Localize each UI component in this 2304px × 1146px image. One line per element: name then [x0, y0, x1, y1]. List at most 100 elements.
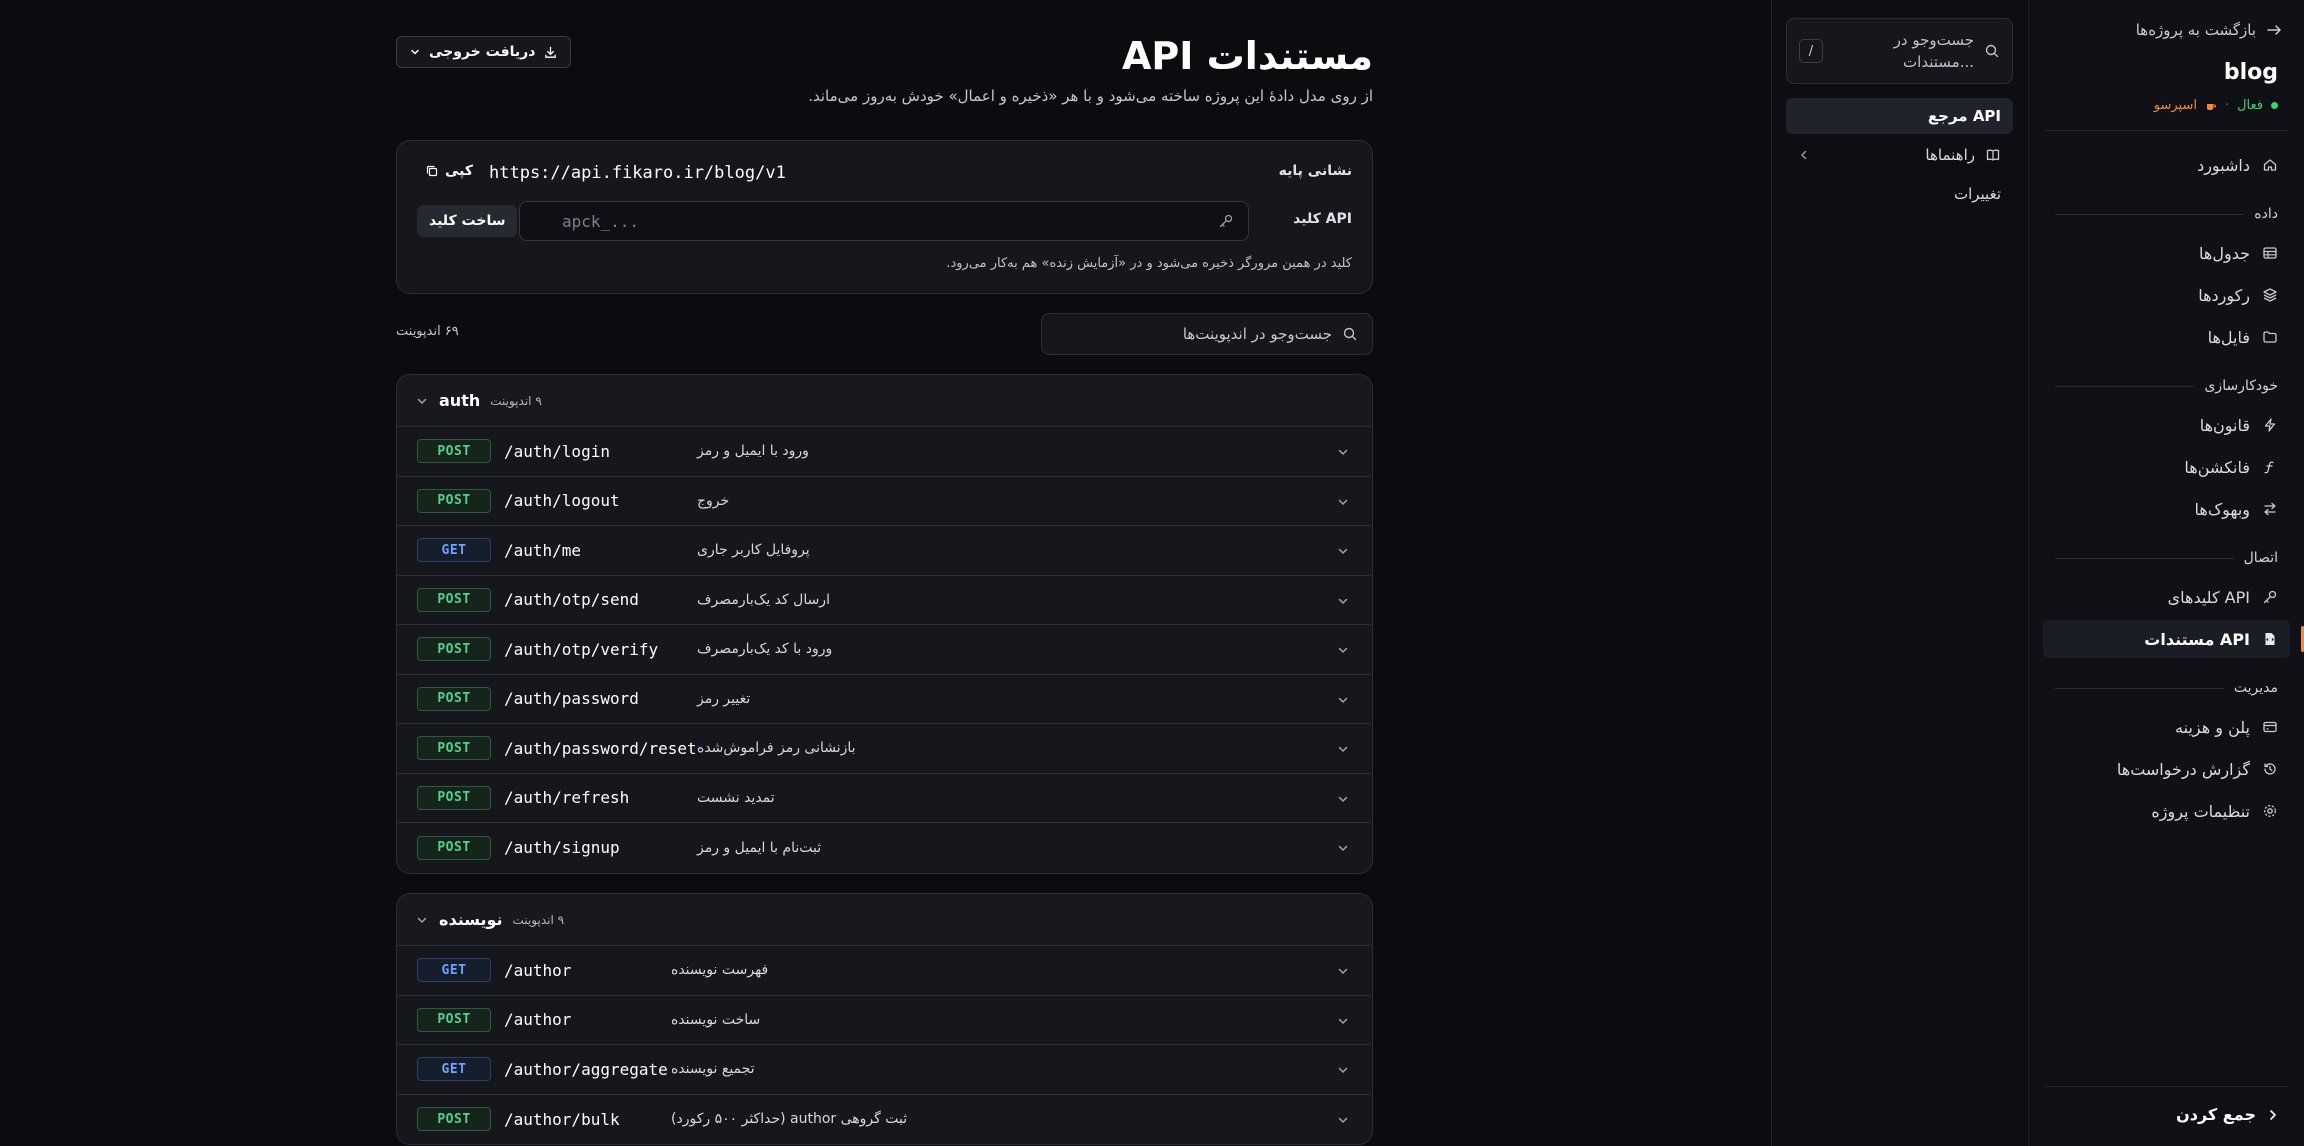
sidebar-item-records[interactable]: رکوردها	[2043, 276, 2290, 314]
endpoint-description: تغییر رمز	[697, 690, 751, 707]
endpoint-row[interactable]: GET/author/aggregate تجمیع نویسنده	[397, 1045, 1372, 1095]
endpoint-row[interactable]: POST/auth/refresh تمدید نشست	[397, 774, 1372, 823]
chevron-down-icon	[415, 913, 429, 927]
expand-chevron-icon[interactable]	[1336, 792, 1350, 806]
sidebar-section-automation: خودکارسازی	[2055, 376, 2278, 396]
sidebar-item-tables[interactable]: جدول‌ها	[2043, 234, 2290, 272]
endpoint-row[interactable]: POST/author/bulk ثبت گروهی author (حداکثر…	[397, 1095, 1372, 1145]
swap-icon	[2262, 501, 2278, 517]
endpoint-description: ورود با کد یک‌بارمصرف	[697, 641, 833, 658]
expand-chevron-icon[interactable]	[1336, 643, 1350, 657]
group-name: auth	[439, 391, 481, 410]
endpoint-row[interactable]: POST/auth/password/reset بازنشانی رمز فرا…	[397, 724, 1372, 774]
endpoint-search-input[interactable]: جست‌وجو در اندپوینت‌ها	[1041, 313, 1373, 355]
method-badge: POST	[417, 1107, 491, 1132]
endpoint-description: پروفایل کاربر جاری	[697, 542, 810, 559]
chevron-left-icon[interactable]	[1798, 149, 1810, 161]
api-key-placeholder: apck_...	[562, 211, 640, 231]
sidebar-item-api-keys[interactable]: کلیدهای API	[2043, 578, 2290, 616]
sidebar-item-label: تنظیمات پروژه	[2151, 801, 2250, 821]
gear-icon	[2262, 803, 2278, 819]
sidebar-item-label: فایل‌ها	[2207, 327, 2250, 347]
sidebar-item-project-settings[interactable]: تنظیمات پروژه	[2043, 792, 2290, 830]
sidebar-item-billing[interactable]: پلن و هزینه	[2043, 708, 2290, 746]
endpoint-description: خروج	[697, 492, 730, 509]
endpoint-row[interactable]: GET/auth/me پروفایل کاربر جاری	[397, 526, 1372, 576]
endpoint-path: /auth/signup	[504, 838, 620, 858]
endpoint-row[interactable]: POST/auth/otp/verify ورود با کد یک‌بارمصر…	[397, 625, 1372, 675]
method-badge: POST	[417, 439, 491, 464]
endpoint-path: /author	[504, 960, 572, 980]
download-icon	[543, 45, 558, 60]
endpoint-description: فهرست نویسنده	[671, 962, 769, 979]
back-to-projects-link[interactable]: بازگشت به پروژه‌ها	[2051, 18, 2282, 42]
expand-chevron-icon[interactable]	[1336, 594, 1350, 608]
expand-chevron-icon[interactable]	[1336, 1014, 1350, 1028]
doc-icon	[2262, 631, 2278, 647]
endpoint-row[interactable]: POST/author ساخت نویسنده	[397, 996, 1372, 1045]
sidebar-item-api-docs[interactable]: مستندات API	[2043, 620, 2304, 658]
endpoint-group-header[interactable]: auth ۹ اندپوینت	[397, 375, 1372, 427]
sidebar-item-dashboard[interactable]: داشبورد	[2043, 146, 2290, 184]
docs-search-input[interactable]: جست‌وجو در مستندات... /	[1786, 18, 2013, 84]
expand-chevron-icon[interactable]	[1336, 742, 1350, 756]
docnav-item-label: مرجع API	[1927, 107, 2001, 125]
bolt-icon	[2262, 417, 2278, 433]
sidebar-item-label: رکوردها	[2198, 285, 2250, 305]
collapse-sidebar-button[interactable]: جمع کردن	[2176, 1105, 2280, 1124]
sidebar-item-label: وبهوک‌ها	[2194, 499, 2250, 519]
docnav-item-changelog[interactable]: تغییرات	[1786, 176, 2013, 212]
endpoint-path: /auth/refresh	[504, 788, 630, 808]
sidebar-item-webhooks[interactable]: وبهوک‌ها	[2043, 490, 2290, 528]
docnav-item-api-reference[interactable]: مرجع API	[1786, 98, 2013, 134]
sidebar-item-rules[interactable]: قانون‌ها	[2043, 406, 2290, 444]
method-badge: POST	[417, 637, 491, 662]
sidebar-item-functions[interactable]: فانکشن‌ها	[2043, 448, 2290, 486]
copy-base-url-button[interactable]: کپی	[425, 163, 473, 179]
export-label: دریافت خروجی	[429, 44, 536, 60]
base-url-label: نشانی پایه	[1278, 163, 1352, 179]
section-title: مدیریت	[2233, 680, 2278, 696]
docnav-item-label: راهنماها	[1925, 146, 1975, 164]
endpoint-row[interactable]: POST/auth/login ورود با ایمیل و رمز	[397, 427, 1372, 477]
card-icon	[2262, 719, 2278, 735]
endpoint-row[interactable]: GET/author فهرست نویسنده	[397, 946, 1372, 996]
expand-chevron-icon[interactable]	[1336, 1063, 1350, 1077]
expand-chevron-icon[interactable]	[1336, 1113, 1350, 1127]
endpoint-row[interactable]: POST/auth/otp/send ارسال کد یک‌بارمصرف	[397, 576, 1372, 625]
arrow-right-icon	[2266, 22, 2282, 38]
chevron-down-icon	[409, 46, 421, 58]
export-button[interactable]: دریافت خروجی	[396, 36, 572, 68]
project-name: blog	[2223, 60, 2278, 85]
endpoint-row[interactable]: POST/auth/password تغییر رمز	[397, 675, 1372, 724]
expand-chevron-icon[interactable]	[1336, 964, 1350, 978]
endpoint-group-header[interactable]: نویسنده ۹ اندپوینت	[397, 894, 1372, 946]
endpoint-path: /author/bulk	[504, 1109, 620, 1129]
method-badge: POST	[417, 835, 491, 860]
group-name: نویسنده	[439, 910, 503, 929]
endpoint-path: /auth/password/reset	[504, 738, 697, 758]
search-shortcut-kbd: /	[1799, 39, 1823, 63]
chevron-down-icon	[415, 394, 429, 408]
function-icon	[2262, 459, 2278, 475]
search-icon	[1342, 326, 1358, 342]
docs-search-placeholder: جست‌وجو در مستندات...	[1893, 31, 1974, 71]
docnav-item-guides[interactable]: راهنماها	[1786, 137, 2013, 173]
expand-chevron-icon[interactable]	[1336, 495, 1350, 509]
sidebar-item-request-log[interactable]: گزارش درخواست‌ها	[2043, 750, 2290, 788]
sidebar-divider	[2045, 130, 2288, 131]
api-key-input[interactable]: apck_...	[519, 201, 1249, 241]
sidebar-item-files[interactable]: فایل‌ها	[2043, 318, 2290, 356]
endpoint-path: /auth/login	[504, 441, 610, 461]
expand-chevron-icon[interactable]	[1336, 841, 1350, 855]
expand-chevron-icon[interactable]	[1336, 445, 1350, 459]
generate-key-button[interactable]: ساخت کلید	[417, 205, 518, 237]
copy-label: کپی	[445, 163, 474, 179]
key-icon	[1218, 213, 1234, 229]
home-icon	[2262, 157, 2278, 173]
expand-chevron-icon[interactable]	[1336, 693, 1350, 707]
expand-chevron-icon[interactable]	[1336, 544, 1350, 558]
sidebar-item-label: داشبورد	[2197, 155, 2250, 175]
endpoint-row[interactable]: POST/auth/logout خروج	[397, 477, 1372, 526]
endpoint-row[interactable]: POST/auth/signup ثبت‌نام با ایمیل و رمز	[397, 823, 1372, 873]
